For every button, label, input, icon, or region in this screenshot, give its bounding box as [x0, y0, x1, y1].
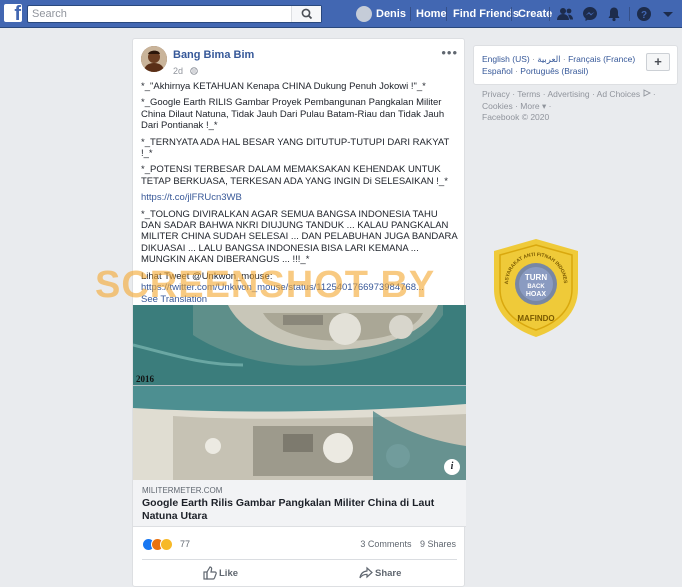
svg-text:HOAX: HOAX	[526, 291, 547, 298]
share-label: Share	[375, 568, 402, 579]
satellite-image-top	[133, 305, 466, 385]
language-link[interactable]: Português (Brasil)	[520, 66, 588, 76]
search-input[interactable]	[32, 7, 282, 21]
link-domain: MILITERMETER.COM	[142, 486, 223, 495]
svg-text:TURN: TURN	[525, 273, 547, 282]
comments-count[interactable]: 3 Comments	[360, 539, 411, 549]
reaction-count[interactable]: 77	[180, 539, 190, 549]
add-language-button[interactable]: +	[646, 53, 670, 71]
search-button[interactable]	[291, 6, 321, 22]
language-link[interactable]: English (US)	[482, 54, 530, 64]
language-link[interactable]: Français (France)	[568, 54, 635, 64]
post-paragraph: *_TERNYATA ADA HAL BESAR YANG DITUTUP-TU…	[141, 136, 450, 160]
nav-divider	[446, 7, 447, 21]
share-arrow-icon	[359, 566, 373, 579]
footer-links: Privacy · Terms · Advertising · Ad Choic…	[482, 89, 656, 122]
post-paragraph: *_POTENSI TERBESAR DALAM MEMAKSAKAN KEHE…	[141, 164, 448, 187]
shares-count[interactable]: 9 Shares	[420, 539, 456, 549]
post-short-link[interactable]: https://t.co/jlFRUcn3WB	[141, 192, 242, 203]
language-link[interactable]: Español	[482, 66, 513, 76]
facebook-logo-icon[interactable]: f	[4, 4, 22, 22]
home-link[interactable]: Home	[416, 8, 447, 20]
nav-divider	[629, 7, 630, 21]
terms-link[interactable]: Terms	[517, 89, 540, 99]
friend-requests-icon[interactable]	[557, 6, 573, 22]
search-box	[27, 5, 322, 23]
create-link[interactable]: Create	[518, 8, 552, 20]
post-paragraph: *_TOLONG DIVIRALKAN AGAR SEMUA BANGSA IN…	[141, 208, 458, 266]
wow-reaction-icon	[160, 538, 173, 551]
link-preview-box[interactable]: MILITERMETER.COM Google Earth Rilis Gamb…	[133, 480, 466, 527]
avatar[interactable]	[356, 6, 372, 22]
public-globe-icon	[189, 67, 198, 75]
find-friends-link[interactable]: Find Friends	[453, 8, 519, 20]
language-link[interactable]: العربية	[537, 54, 560, 64]
ad-choices-icon	[643, 89, 651, 97]
post-paragraph: *_"Akhirnya KETAHUAN Kenapa CHINA Dukung…	[141, 81, 426, 92]
post-author-avatar[interactable]	[141, 46, 167, 72]
satellite-image-bottom	[133, 386, 466, 480]
language-selector-box: English (US) · العربية · Français (Franc…	[473, 45, 678, 85]
notifications-bell-icon[interactable]	[606, 6, 622, 22]
post-author-name[interactable]: Bang Bima Bim	[173, 49, 254, 61]
post-paragraph: *_Google Earth RILIS Gambar Proyek Pemba…	[141, 97, 445, 132]
thumbs-up-icon	[203, 566, 217, 580]
profile-link[interactable]: Denis	[376, 8, 406, 20]
account-menu-chevron-down-icon[interactable]	[660, 6, 676, 22]
screenshot-watermark: SCREENSHOT BY	[95, 264, 436, 306]
info-icon[interactable]: i	[444, 459, 460, 475]
svg-text:BACK: BACK	[527, 284, 545, 290]
advertising-link[interactable]: Advertising	[548, 89, 590, 99]
link-title[interactable]: Google Earth Rilis Gambar Pangkalan Mili…	[142, 497, 462, 523]
ad-choices-link[interactable]: Ad Choices	[597, 89, 640, 99]
svg-text:MAFINDO: MAFINDO	[517, 314, 554, 323]
post-timestamp[interactable]: 2d	[173, 66, 198, 76]
post-stats: 3 Comments 9 Shares	[360, 539, 456, 549]
search-icon	[301, 8, 313, 20]
help-icon[interactable]: ?	[636, 6, 652, 22]
photo-year-label: 2016	[136, 374, 154, 384]
action-divider	[142, 559, 457, 560]
like-label: Like	[219, 568, 239, 579]
language-list: English (US) · العربية · Français (Franc…	[482, 54, 636, 76]
feed-post: Bang Bima Bim 2d ••• *_"Akhirnya KETAHUA…	[132, 38, 466, 587]
copyright: Facebook © 2020	[482, 112, 550, 122]
cookies-link[interactable]: Cookies	[482, 101, 513, 111]
nav-divider	[549, 7, 550, 21]
nav-divider	[511, 7, 512, 21]
svg-text:?: ?	[641, 10, 647, 21]
top-navigation-bar: f Denis Home Find Friends Create	[0, 0, 682, 28]
mafindo-turnbackhoax-badge-icon: TURN BACK HOAX MASYARAKAT ANTI FITNAH IN…	[490, 237, 578, 337]
more-link[interactable]: More ▾	[520, 101, 546, 111]
messenger-icon[interactable]	[582, 6, 598, 22]
link-preview-image[interactable]: 2016 i	[133, 305, 466, 480]
privacy-link[interactable]: Privacy	[482, 89, 510, 99]
nav-divider	[410, 7, 411, 21]
post-options-more-icon[interactable]: •••	[441, 45, 458, 60]
